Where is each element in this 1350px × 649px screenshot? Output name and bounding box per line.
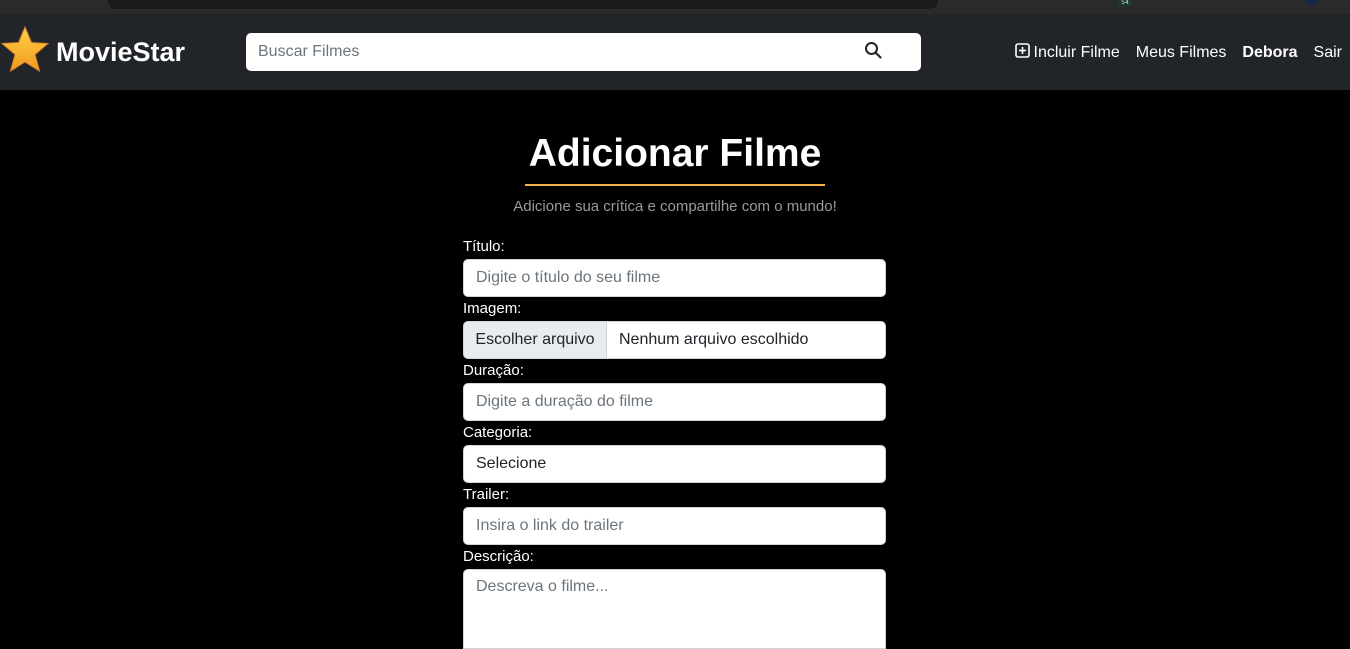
duration-label: Duração: xyxy=(463,362,524,379)
plus-square-icon xyxy=(1014,43,1034,63)
nav-links: Incluir Filme Meus Filmes Debora Sair xyxy=(1014,42,1342,64)
search-input[interactable] xyxy=(246,33,870,71)
image-file-input[interactable]: Escolher arquivo Nenhum arquivo escolhid… xyxy=(463,321,886,359)
duration-input[interactable] xyxy=(463,383,886,421)
choose-file-button[interactable]: Escolher arquivo xyxy=(464,322,607,358)
main-content: Adicionar Filme Adicione sua crítica e c… xyxy=(0,90,1350,649)
title-input[interactable] xyxy=(463,259,886,297)
navbar: MovieStar Incluir Filme Meus Fil xyxy=(0,14,1350,90)
nav-add-movie[interactable]: Incluir Filme xyxy=(1014,43,1120,63)
nav-my-movies[interactable]: Meus Filmes xyxy=(1136,44,1227,62)
os-taskbar-strip: 54 xyxy=(0,0,1350,14)
title-underline xyxy=(525,184,825,186)
search-icon xyxy=(864,41,882,64)
brand-link[interactable]: MovieStar xyxy=(0,25,186,80)
search-box xyxy=(246,33,921,71)
page-subtitle: Adicione sua crítica e compartilhe com o… xyxy=(513,198,837,215)
file-status-text: Nenhum arquivo escolhido xyxy=(619,331,809,348)
title-label: Título: xyxy=(463,238,505,255)
category-label: Categoria: xyxy=(463,424,533,441)
description-label: Descrição: xyxy=(463,548,534,565)
search-button[interactable] xyxy=(858,38,888,66)
tray-badge-icon: 54 xyxy=(1118,0,1132,6)
description-textarea[interactable] xyxy=(463,569,886,649)
image-label: Imagem: xyxy=(463,300,522,317)
category-selected-value: Selecione xyxy=(476,455,547,472)
star-icon xyxy=(0,25,50,80)
category-select[interactable]: Selecione xyxy=(463,445,886,483)
nav-add-movie-label: Incluir Filme xyxy=(1033,44,1120,61)
page-title: Adicionar Filme xyxy=(528,132,822,175)
trailer-input[interactable] xyxy=(463,507,886,545)
nav-user-profile[interactable]: Debora xyxy=(1242,44,1297,62)
trailer-label: Trailer: xyxy=(463,486,510,503)
browser-tab-strip xyxy=(108,0,938,9)
brand-name: MovieStar xyxy=(56,36,186,67)
nav-logout[interactable]: Sair xyxy=(1314,44,1342,62)
tray-app-icon xyxy=(1306,0,1318,5)
